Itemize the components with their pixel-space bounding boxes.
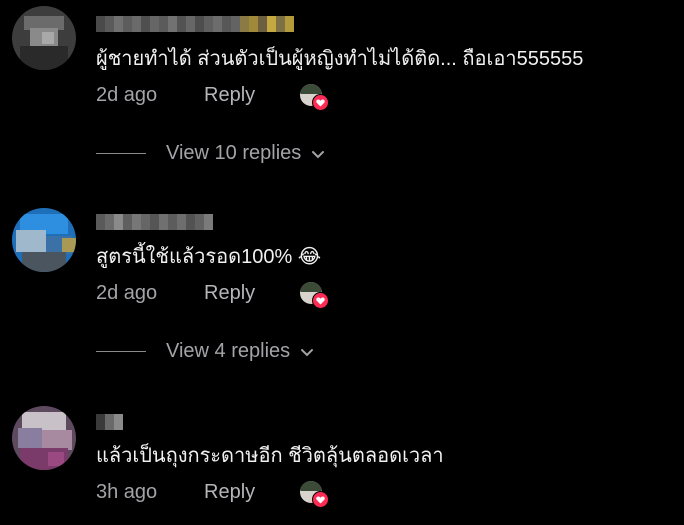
- username-blurred[interactable]: [96, 16, 294, 32]
- reply-button[interactable]: Reply: [204, 480, 255, 504]
- avatar[interactable]: [12, 406, 76, 470]
- username-blurred[interactable]: [96, 414, 123, 430]
- view-replies-label: View 10 replies: [166, 142, 302, 164]
- comment-meta: 2d ago Reply: [96, 83, 255, 107]
- view-replies-button[interactable]: View 10 replies: [96, 142, 325, 165]
- comment-text: แล้วเป็นถุงกระดาษอีก ชีวิตลุ้นตลอดเวลา: [96, 445, 444, 467]
- comment-age: 3h ago: [96, 481, 158, 503]
- view-replies-label: View 4 replies: [166, 340, 291, 362]
- creator-liked-heart-icon: [298, 82, 329, 111]
- comment-age: 2d ago: [96, 84, 158, 106]
- creator-liked-heart-icon: [298, 280, 329, 309]
- username-blurred[interactable]: [96, 214, 213, 230]
- avatar[interactable]: [12, 208, 76, 272]
- divider-line: [96, 153, 146, 154]
- chevron-down-icon: [312, 150, 325, 158]
- creator-liked-heart-icon: [298, 479, 329, 508]
- reply-button[interactable]: Reply: [204, 281, 255, 305]
- comment-meta: 3h ago Reply: [96, 480, 255, 504]
- view-replies-button[interactable]: View 4 replies: [96, 340, 314, 363]
- comment-text: สูตรนี้ใช้แล้วรอด100% 😂: [96, 246, 322, 268]
- reply-button[interactable]: Reply: [204, 83, 255, 107]
- comment-meta: 2d ago Reply: [96, 281, 255, 305]
- comment-age: 2d ago: [96, 282, 158, 304]
- comment-text: ผู้ชายทำได้ ส่วนตัวเป็นผู้หญิงทำไม่ได้ติ…: [96, 48, 584, 70]
- chevron-down-icon: [301, 348, 314, 356]
- avatar[interactable]: [12, 6, 76, 70]
- divider-line: [96, 351, 146, 352]
